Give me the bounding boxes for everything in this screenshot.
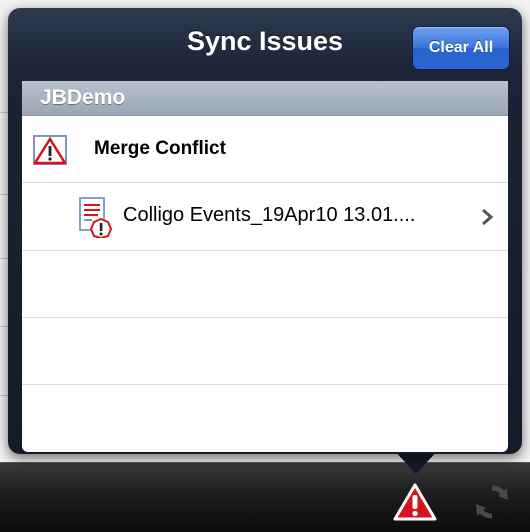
chevron-right-icon — [482, 208, 494, 226]
warning-icon[interactable] — [393, 482, 437, 522]
clear-all-button[interactable]: Clear All — [412, 26, 510, 70]
empty-row — [22, 385, 508, 451]
issues-list: JBDemo Merge Conflict Colligo Events_19A… — [22, 81, 508, 452]
sync-issues-popover: Sync Issues Clear All JBDemo Merge Confl… — [8, 8, 522, 454]
sync-icon[interactable] — [472, 482, 512, 522]
file-name-label: Colligo Events_19Apr10 13.01.... — [123, 204, 416, 226]
merge-conflict-label: Merge Conflict — [94, 138, 226, 159]
section-header: JBDemo — [22, 81, 508, 116]
document-warning-icon — [79, 197, 113, 238]
empty-row — [22, 318, 508, 385]
merge-conflict-row: Merge Conflict — [22, 116, 508, 183]
merge-conflict-icon — [33, 135, 67, 165]
bottom-toolbar — [0, 462, 530, 532]
list-item[interactable]: Colligo Events_19Apr10 13.01.... — [22, 183, 508, 251]
empty-row — [22, 251, 508, 318]
section-header-label: JBDemo — [40, 86, 126, 109]
